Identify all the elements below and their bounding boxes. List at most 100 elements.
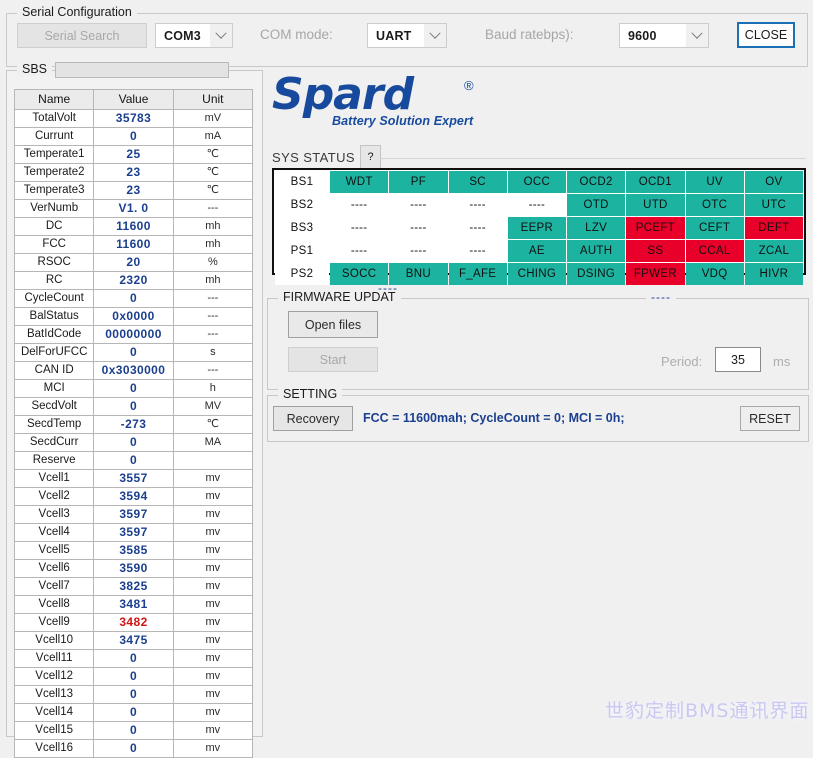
table-row[interactable]: Vcell110mv xyxy=(15,650,253,668)
chevron-down-icon[interactable] xyxy=(210,24,232,47)
sbs-row-name: Vcell3 xyxy=(15,506,94,524)
status-cell[interactable]: UTC xyxy=(745,194,803,216)
table-row[interactable]: RC2320mh xyxy=(15,272,253,290)
reset-button[interactable]: RESET xyxy=(740,406,800,431)
table-row[interactable]: Vcell150mv xyxy=(15,722,253,740)
table-row[interactable]: SecdVolt0MV xyxy=(15,398,253,416)
status-cell[interactable]: AE xyxy=(508,240,566,262)
status-cell[interactable]: F_AFE xyxy=(449,263,507,285)
status-cell[interactable]: DSING xyxy=(567,263,625,285)
status-cell[interactable]: OTC xyxy=(686,194,744,216)
table-row[interactable]: Vcell23594mv xyxy=(15,488,253,506)
status-cell[interactable]: OCC xyxy=(508,171,566,193)
table-row[interactable]: Vcell140mv xyxy=(15,704,253,722)
table-row[interactable]: Vcell120mv xyxy=(15,668,253,686)
status-cell[interactable]: ---- xyxy=(330,240,388,262)
sbs-row-value: 0 xyxy=(94,722,173,740)
baud-rate-select[interactable]: 9600 xyxy=(619,23,709,48)
serial-search-button[interactable]: Serial Search xyxy=(17,23,147,48)
chevron-down-icon[interactable] xyxy=(686,24,708,47)
table-row[interactable]: BalStatus0x0000--- xyxy=(15,308,253,326)
table-row[interactable]: Vcell130mv xyxy=(15,686,253,704)
status-cell[interactable]: EEPR xyxy=(508,217,566,239)
table-row[interactable]: Vcell73825mv xyxy=(15,578,253,596)
table-row[interactable]: Vcell53585mv xyxy=(15,542,253,560)
table-row[interactable]: Vcell83481mv xyxy=(15,596,253,614)
table-row[interactable]: Vcell43597mv xyxy=(15,524,253,542)
status-cell[interactable]: LZV xyxy=(567,217,625,239)
status-cell[interactable]: ---- xyxy=(449,217,507,239)
status-cell[interactable]: HIVR xyxy=(745,263,803,285)
status-cell[interactable]: CEFT xyxy=(686,217,744,239)
sbs-table-body: TotalVolt35783mVCurrunt0mATemperate125℃T… xyxy=(15,110,253,758)
status-cell[interactable]: CCAL xyxy=(686,240,744,262)
table-row[interactable]: MCI0h xyxy=(15,380,253,398)
period-input[interactable]: 35 xyxy=(715,347,761,372)
baud-rate-value: 9600 xyxy=(620,29,686,43)
sbs-row-value: 3482 xyxy=(94,614,173,632)
com-port-select[interactable]: COM3 xyxy=(155,23,233,48)
sbs-row-unit: mh xyxy=(173,236,252,254)
status-cell[interactable]: DEFT xyxy=(745,217,803,239)
status-cell[interactable]: BNU xyxy=(389,263,447,285)
table-row[interactable]: FCC11600mh xyxy=(15,236,253,254)
open-files-button[interactable]: Open files xyxy=(288,311,378,338)
table-row[interactable]: SecdCurr0MA xyxy=(15,434,253,452)
status-cell[interactable]: ---- xyxy=(389,240,447,262)
status-cell[interactable]: ---- xyxy=(449,240,507,262)
status-cell[interactable]: ---- xyxy=(389,217,447,239)
status-cell[interactable]: PCEFT xyxy=(626,217,684,239)
status-cell[interactable]: OCD1 xyxy=(626,171,684,193)
sbs-row-name: Vcell7 xyxy=(15,578,94,596)
status-cell[interactable]: OV xyxy=(745,171,803,193)
status-cell[interactable]: OTD xyxy=(567,194,625,216)
status-cell[interactable]: UTD xyxy=(626,194,684,216)
sbs-row-value: 3597 xyxy=(94,524,173,542)
sbs-row-unit: --- xyxy=(173,326,252,344)
table-row[interactable]: Vcell160mv xyxy=(15,740,253,758)
close-connection-button[interactable]: CLOSE xyxy=(737,22,795,48)
status-cell[interactable]: FPWER xyxy=(626,263,684,285)
table-row[interactable]: Temperate125℃ xyxy=(15,146,253,164)
table-row[interactable]: VerNumbV1. 0--- xyxy=(15,200,253,218)
table-row[interactable]: DC11600mh xyxy=(15,218,253,236)
status-cell[interactable]: SS xyxy=(626,240,684,262)
status-cell[interactable]: CHING xyxy=(508,263,566,285)
status-cell[interactable]: OCD2 xyxy=(567,171,625,193)
status-cell[interactable]: ZCAL xyxy=(745,240,803,262)
status-cell[interactable]: VDQ xyxy=(686,263,744,285)
table-row[interactable]: SecdTemp-273℃ xyxy=(15,416,253,434)
start-update-button[interactable]: Start xyxy=(288,347,378,372)
table-row[interactable]: Vcell103475mv xyxy=(15,632,253,650)
status-cell[interactable]: ---- xyxy=(330,217,388,239)
table-row[interactable]: Temperate223℃ xyxy=(15,164,253,182)
status-cell[interactable]: ---- xyxy=(389,194,447,216)
recovery-button[interactable]: Recovery xyxy=(273,406,353,431)
table-row[interactable]: Vcell93482mv xyxy=(15,614,253,632)
status-cell[interactable]: ---- xyxy=(330,194,388,216)
table-row[interactable]: Vcell63590mv xyxy=(15,560,253,578)
table-row[interactable]: TotalVolt35783mV xyxy=(15,110,253,128)
status-cell[interactable]: ---- xyxy=(508,194,566,216)
status-cell[interactable]: UV xyxy=(686,171,744,193)
chevron-down-icon[interactable] xyxy=(424,24,446,47)
table-row[interactable]: Temperate323℃ xyxy=(15,182,253,200)
table-row[interactable]: DelForUFCC0s xyxy=(15,344,253,362)
status-cell[interactable]: AUTH xyxy=(567,240,625,262)
table-row[interactable]: CycleCount0--- xyxy=(15,290,253,308)
sbs-row-unit: --- xyxy=(173,290,252,308)
table-row[interactable]: Vcell33597mv xyxy=(15,506,253,524)
help-tab-button[interactable]: ? xyxy=(360,145,381,168)
status-cell[interactable]: PF xyxy=(389,171,447,193)
table-row[interactable]: Reserve0 xyxy=(15,452,253,470)
status-cell[interactable]: WDT xyxy=(330,171,388,193)
table-row[interactable]: Vcell13557mv xyxy=(15,470,253,488)
status-cell[interactable]: SC xyxy=(449,171,507,193)
table-row[interactable]: RSOC20% xyxy=(15,254,253,272)
table-row[interactable]: BatIdCode00000000--- xyxy=(15,326,253,344)
sbs-row-unit xyxy=(173,452,252,470)
table-row[interactable]: Currunt0mA xyxy=(15,128,253,146)
status-cell[interactable]: ---- xyxy=(449,194,507,216)
com-mode-select[interactable]: UART xyxy=(367,23,447,48)
table-row[interactable]: CAN ID0x3030000--- xyxy=(15,362,253,380)
